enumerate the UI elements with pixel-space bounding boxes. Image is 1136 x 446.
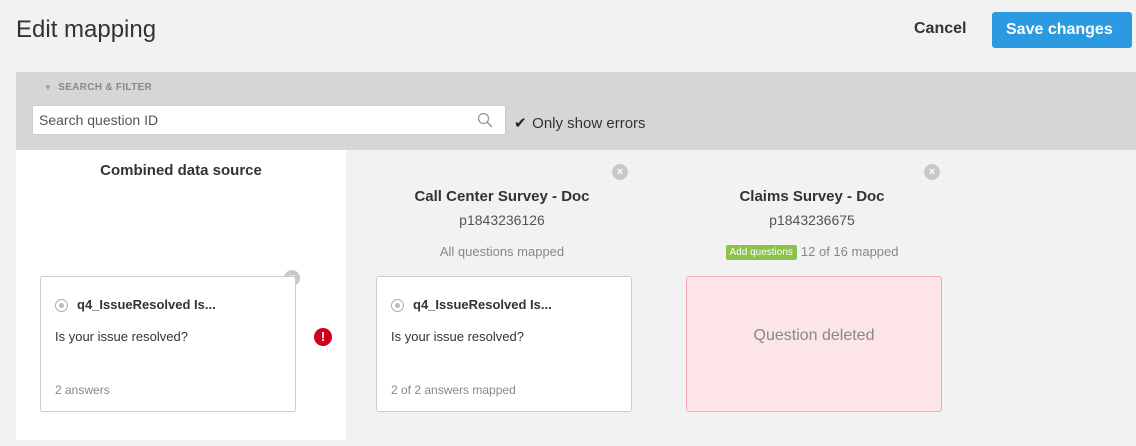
question-deleted-card: Question deleted [686,276,942,412]
question-text: Is your issue resolved? [55,329,188,344]
triangle-down-icon: ▼ [44,83,53,92]
radio-icon[interactable] [55,299,68,312]
claims-status-row: Add questions 12 of 16 mapped [658,244,966,260]
search-box [32,105,506,135]
page-title: Edit mapping [16,16,157,43]
call-center-question-card[interactable]: q4_IssueResolved Is... Is your issue res… [376,276,632,412]
close-icon[interactable]: × [924,164,940,180]
search-filter-panel: ▼ SEARCH & FILTER ✔ Only show errors [16,72,1136,150]
claims-id: p1843236675 [769,212,855,228]
checkmark-icon: ✔ [514,115,527,132]
claims-title: Claims Survey - Doc [739,188,885,205]
only-show-errors-checkbox[interactable]: ✔ Only show errors [514,114,646,132]
header: Edit mapping Cancel Save changes [0,0,1136,70]
answers-mapped: 2 of 2 answers mapped [391,383,516,397]
claims-survey-column: × Claims Survey - Doc p1843236675 Add qu… [658,150,966,440]
search-filter-toggle[interactable]: ▼ SEARCH & FILTER [44,82,152,93]
only-show-errors-label: Only show errors [532,115,646,132]
search-icon[interactable] [477,112,493,128]
search-filter-label: SEARCH & FILTER [58,82,152,93]
close-icon[interactable]: × [612,164,628,180]
save-changes-button[interactable]: Save changes [992,12,1132,48]
combined-question-card[interactable]: q4_IssueResolved Is... Is your issue res… [40,276,296,412]
call-center-survey-column: × Call Center Survey - Doc p1843236126 A… [348,150,656,440]
call-center-status: All questions mapped [439,244,565,259]
claims-mapped-count: 12 of 16 mapped [800,244,899,259]
error-icon[interactable]: ! [314,328,332,346]
question-id: q4_IssueResolved Is... [77,297,216,312]
question-deleted-label: Question deleted [753,327,875,344]
combined-column-title: Combined data source [100,162,262,179]
combined-data-source-column: Combined data source × q4_IssueResolved … [16,150,346,440]
call-center-title: Call Center Survey - Doc [414,188,590,205]
answers-count: 2 answers [55,383,110,397]
search-input[interactable] [33,106,453,134]
call-center-id: p1843236126 [459,212,545,228]
question-text: Is your issue resolved? [391,329,524,344]
add-questions-button[interactable]: Add questions [725,245,797,260]
radio-icon[interactable] [391,299,404,312]
question-id: q4_IssueResolved Is... [413,297,552,312]
cancel-button[interactable]: Cancel [914,20,966,38]
